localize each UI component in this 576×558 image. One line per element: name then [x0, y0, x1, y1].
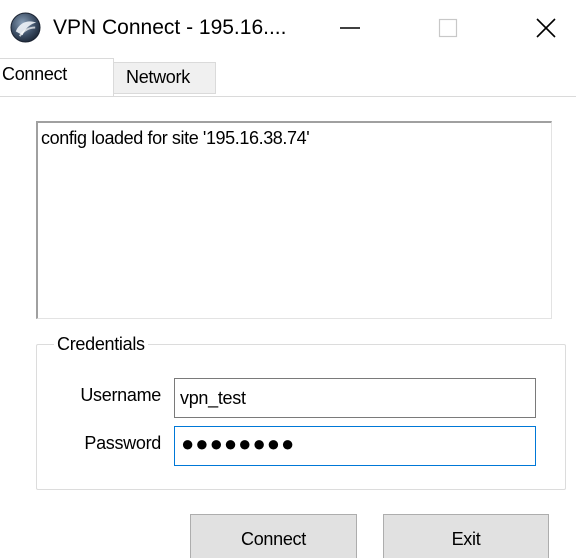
maximize-button[interactable] — [418, 4, 478, 52]
username-input[interactable]: vpn_test — [174, 378, 536, 418]
close-icon — [536, 18, 556, 38]
minimize-icon — [340, 27, 360, 29]
tab-connect[interactable]: Connect — [0, 58, 114, 96]
connect-tab-panel: config loaded for site '195.16.38.74' Cr… — [0, 96, 576, 558]
exit-button[interactable]: Exit — [383, 514, 549, 558]
credentials-group: Credentials Username vpn_test Password ●… — [36, 332, 566, 490]
connect-button[interactable]: Connect — [190, 514, 357, 558]
minimize-button[interactable] — [320, 4, 380, 52]
username-label: Username — [80, 385, 161, 405]
title-bar[interactable]: VPN Connect - 195.16.... — [0, 0, 576, 58]
tab-strip: Connect Network — [0, 58, 576, 96]
window-title: VPN Connect - 195.16.... — [53, 16, 287, 39]
tab-network[interactable]: Network — [114, 62, 216, 94]
log-textarea[interactable]: config loaded for site '195.16.38.74' — [36, 121, 552, 319]
close-button[interactable] — [516, 4, 576, 52]
maximize-icon — [438, 18, 458, 38]
password-input[interactable]: ●●●●●●●● — [174, 426, 536, 466]
password-label: Password — [84, 433, 161, 453]
vpn-globe-icon — [10, 12, 41, 43]
credentials-legend: Credentials — [54, 332, 148, 356]
